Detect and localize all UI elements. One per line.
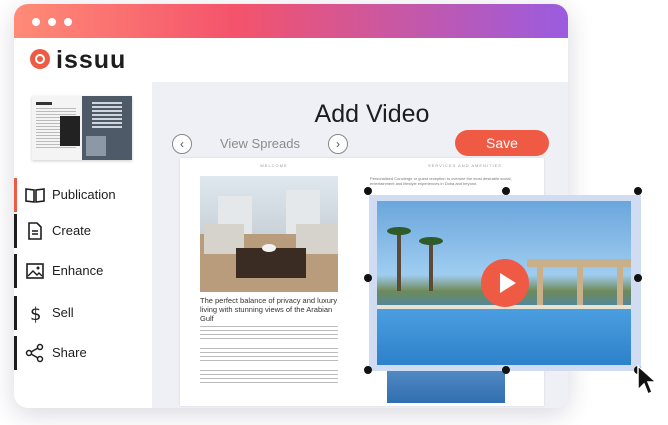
thumbnail-left-page <box>32 96 82 160</box>
play-icon <box>500 273 516 293</box>
thumbnail-right-page <box>82 96 132 160</box>
document-icon <box>24 220 46 242</box>
sidebar-divider <box>14 214 17 248</box>
sidebar-divider <box>14 336 17 370</box>
book-icon <box>24 184 46 206</box>
hotel-room-image <box>200 176 338 292</box>
mouse-cursor-icon <box>637 364 658 396</box>
page-header: WELCOME <box>260 163 288 168</box>
window-dot[interactable] <box>48 18 56 26</box>
body-text-block <box>200 370 338 384</box>
play-button[interactable] <box>481 259 529 307</box>
sidebar-item-label: Sell <box>52 305 74 320</box>
view-spreads-label[interactable]: View Spreads <box>220 136 300 151</box>
page-title: Add Video <box>314 100 430 128</box>
resize-handle[interactable] <box>634 274 642 282</box>
logo-text: issuu <box>56 46 127 74</box>
sidebar-item-create[interactable]: Create <box>14 214 152 248</box>
sidebar-divider <box>14 254 17 288</box>
window-dot[interactable] <box>32 18 40 26</box>
sidebar-item-sell[interactable]: $ Sell <box>14 296 152 330</box>
article-heading: The perfect balance of privacy and luxur… <box>200 296 338 323</box>
body-text-block <box>200 326 338 342</box>
issuu-logo-icon <box>30 49 50 69</box>
next-spread-button[interactable]: › <box>328 134 348 154</box>
sidebar-item-label: Share <box>52 345 87 360</box>
resize-handle[interactable] <box>634 187 642 195</box>
sidebar-item-label: Create <box>52 223 92 238</box>
app-header: issuu <box>14 38 568 82</box>
save-button[interactable]: Save <box>455 130 549 156</box>
prev-spread-button[interactable]: ‹ <box>172 134 192 154</box>
resize-handle[interactable] <box>502 366 510 374</box>
sidebar-item-share[interactable]: Share <box>14 336 152 370</box>
sidebar-item-publication[interactable]: Publication <box>14 178 152 212</box>
page-header: SERVICES AND AMENITIES <box>428 163 502 168</box>
resize-handle[interactable] <box>502 187 510 195</box>
dollar-icon: $ <box>24 302 46 325</box>
share-icon <box>24 342 46 364</box>
sidebar-item-label: Enhance <box>52 263 104 278</box>
sidebar: Publication Create Enhance $ Sell Share <box>14 82 152 408</box>
sidebar-item-label: Publication <box>52 187 116 202</box>
window-titlebar <box>14 4 568 38</box>
active-indicator <box>14 178 17 212</box>
sidebar-item-enhance[interactable]: Enhance <box>14 254 152 288</box>
image-icon <box>24 260 46 282</box>
resize-handle[interactable] <box>364 366 372 374</box>
video-selection-box[interactable] <box>369 195 641 371</box>
svg-text:$: $ <box>30 304 41 324</box>
resize-handle[interactable] <box>364 187 372 195</box>
resize-handle[interactable] <box>364 274 372 282</box>
sidebar-divider <box>14 296 17 330</box>
publication-thumbnail[interactable] <box>32 96 132 160</box>
window-dot[interactable] <box>64 18 72 26</box>
body-text-block <box>200 348 338 364</box>
